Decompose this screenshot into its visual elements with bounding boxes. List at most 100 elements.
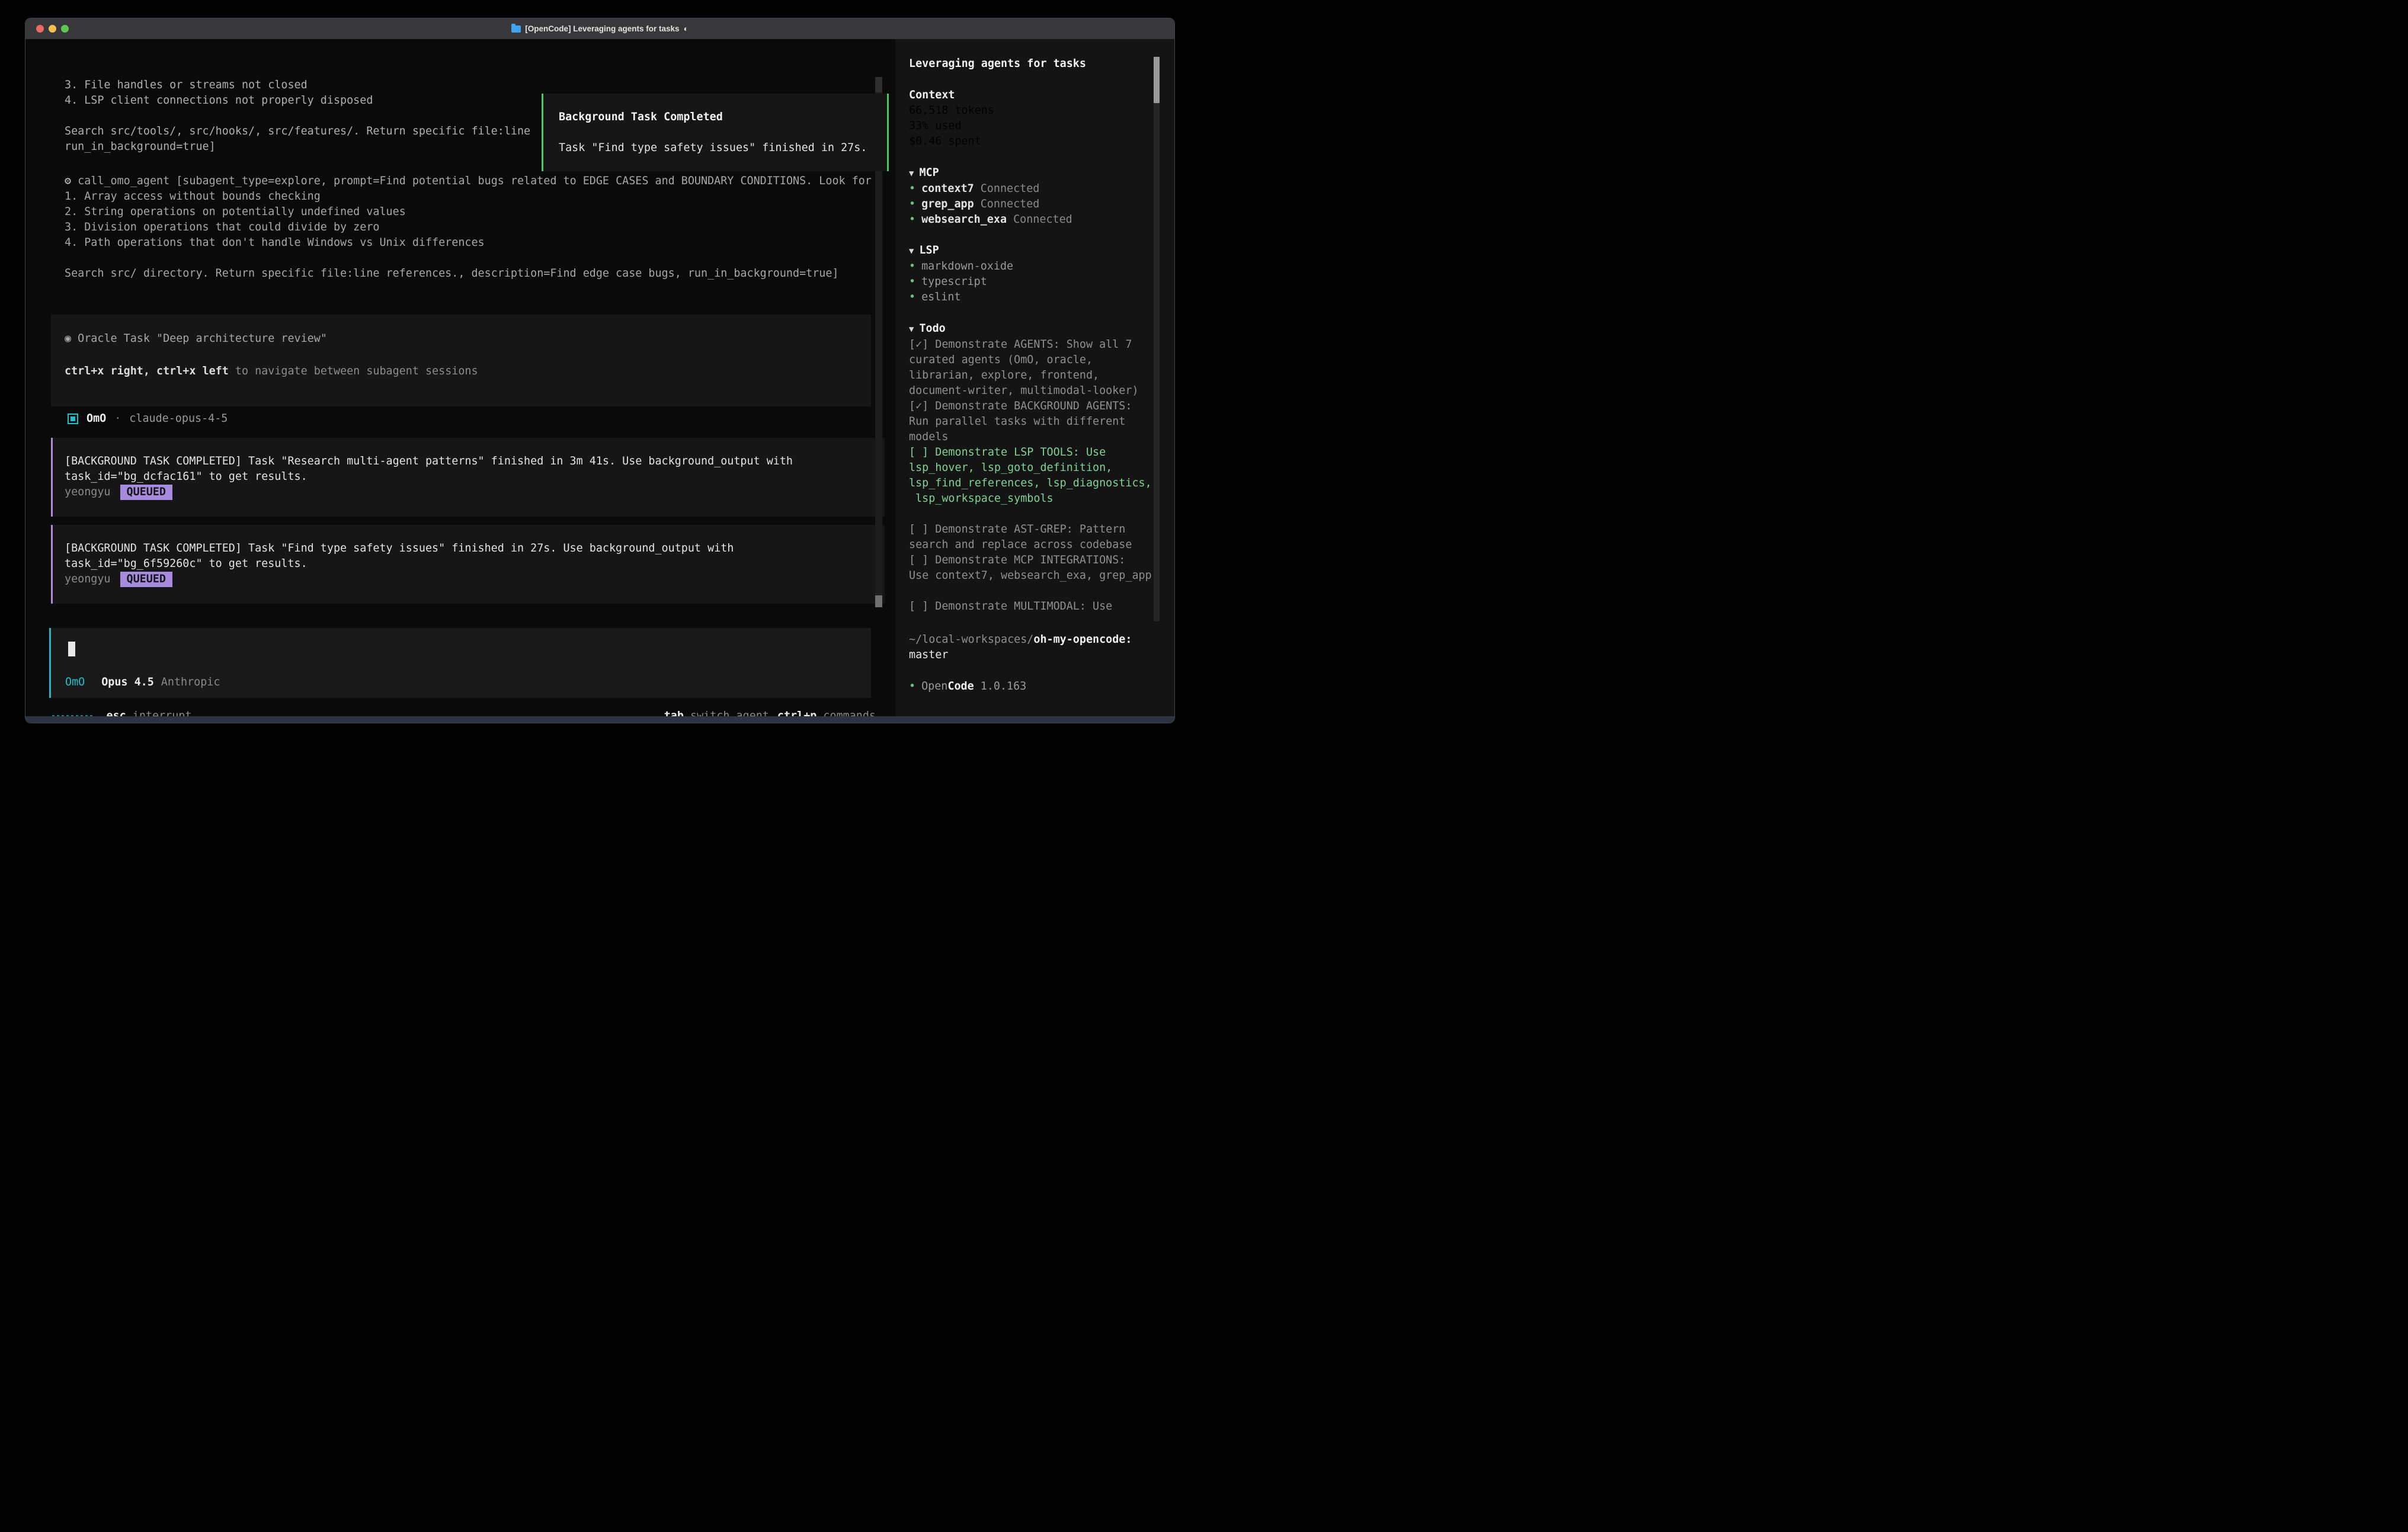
text-line: $0.46 spent xyxy=(909,134,1152,149)
agent-separator: · xyxy=(114,411,121,427)
prompt-input[interactable]: OmO Opus 4.5 Anthropic xyxy=(49,628,871,698)
text-line: Search src/tools/, src/hooks/, src/featu… xyxy=(65,124,530,139)
text-line: 33% used xyxy=(909,118,1152,134)
fisheye-icon: ◉ xyxy=(65,332,71,345)
context-heading: Context xyxy=(909,88,1152,103)
status-badge: QUEUED xyxy=(120,485,172,500)
todo-item: search and replace across codebase xyxy=(909,537,1152,553)
message-author: yeongyu xyxy=(65,485,111,500)
workspace-path: ~/local-workspaces/oh-my-opencode: maste… xyxy=(909,632,1152,663)
collapse-triangle-icon: ▼ xyxy=(909,325,914,334)
session-title: Leveraging agents for tasks xyxy=(909,56,1152,72)
input-footer: OmO Opus 4.5 Anthropic xyxy=(65,675,220,690)
todo-item: [ ] Demonstrate MULTIMODAL: Use xyxy=(909,599,1152,614)
input-agent-label: OmO xyxy=(65,675,85,690)
todo-item xyxy=(909,584,1152,599)
collapse-triangle-icon: ▼ xyxy=(909,246,914,256)
text-line: 2. String operations on potentially unde… xyxy=(65,204,872,220)
todo-heading[interactable]: ▼Todo xyxy=(909,321,1152,337)
todo-item: models xyxy=(909,430,1152,445)
mcp-heading[interactable]: ▼MCP xyxy=(909,165,1152,181)
lsp-section: ▼LSP •markdown-oxide •typescript •eslint xyxy=(909,243,1152,305)
agent-model: claude-opus-4-5 xyxy=(129,411,228,427)
workspace-dir-name: oh-my-opencode: xyxy=(1033,633,1132,646)
status-badge: QUEUED xyxy=(120,572,172,587)
text-cursor xyxy=(68,642,75,656)
gear-icon: ⚙ xyxy=(65,175,71,187)
todo-item: [ ] Demonstrate AST-GREP: Pattern xyxy=(909,522,1152,537)
todo-item: [✓] Demonstrate BACKGROUND AGENTS: xyxy=(909,399,1152,414)
message-line: task_id="bg_dcfac161" to get results. xyxy=(65,469,885,485)
tab-key-hint: tab xyxy=(664,710,684,716)
input-model-label: Opus 4.5 xyxy=(101,675,154,690)
chat-scrollbar-top-thumb[interactable] xyxy=(875,77,882,92)
toast-body: Task "Find type safety issues" finished … xyxy=(559,140,881,156)
tool-call-rest: 1. Array access without bounds checking2… xyxy=(65,189,872,281)
todo-lines: [✓] Demonstrate AGENTS: Show all 7curate… xyxy=(909,337,1152,614)
message-line: task_id="bg_6f59260c" to get results. xyxy=(65,556,885,572)
workspace-dir-prefix: ~/local-workspaces/ xyxy=(909,633,1033,646)
status-bar: esc interrupt tab switch agent ctrl+p co… xyxy=(52,709,876,716)
agent-name: OmO xyxy=(87,411,106,427)
oracle-task-title: ◉ Oracle Task "Deep architecture review" xyxy=(65,331,327,347)
agent-header: OmO · claude-opus-4-5 xyxy=(68,411,228,427)
text-line: 4. Path operations that don't handle Win… xyxy=(65,235,872,251)
window-title-text: [OpenCode] Leveraging agents for tasks xyxy=(525,21,679,37)
todo-item: [ ] Demonstrate LSP TOOLS: Use xyxy=(909,445,1152,460)
lsp-item: •typescript xyxy=(909,274,1152,290)
background-task-message[interactable]: [BACKGROUND TASK COMPLETED] Task "Find t… xyxy=(51,525,885,604)
text-line: Search src/ directory. Return specific f… xyxy=(65,266,872,281)
todo-item: librarian, explore, frontend, xyxy=(909,368,1152,383)
text-line xyxy=(65,108,530,124)
todo-item: document-writer, multimodal-looker) xyxy=(909,383,1152,399)
status-dot-icon: • xyxy=(909,275,915,288)
background-task-toast[interactable]: Background Task Completed Task "Find typ… xyxy=(542,94,889,171)
todo-item xyxy=(909,507,1152,522)
assistant-message-text: 3. File handles or streams not closed4. … xyxy=(65,78,530,155)
input-provider-label: Anthropic xyxy=(161,675,220,690)
window-bottom-bar xyxy=(25,716,1174,723)
sidebar-scrollbar-thumb[interactable] xyxy=(1154,57,1160,103)
text-line xyxy=(65,251,872,266)
title-progress-icon: ◐ xyxy=(684,21,689,37)
chat-scrollbar-thumb[interactable] xyxy=(875,595,882,607)
mcp-item: •websearch_exa Connected xyxy=(909,212,1152,227)
mcp-item: •grep_app Connected xyxy=(909,197,1152,212)
todo-item: lsp_find_references, lsp_diagnostics, xyxy=(909,476,1152,491)
folder-icon xyxy=(511,25,521,33)
background-task-message[interactable]: [BACKGROUND TASK COMPLETED] Task "Resear… xyxy=(51,438,885,517)
todo-item: [ ] Demonstrate MCP INTEGRATIONS: xyxy=(909,553,1152,568)
oracle-task-panel[interactable]: ◉ Oracle Task "Deep architecture review"… xyxy=(51,315,871,406)
text-line: 3. Division operations that could divide… xyxy=(65,220,872,235)
lsp-item: •eslint xyxy=(909,290,1152,305)
esc-key-label: interrupt xyxy=(133,710,192,716)
tab-key-label: switch agent xyxy=(690,710,769,716)
collapse-triangle-icon: ▼ xyxy=(909,169,914,178)
lsp-heading[interactable]: ▼LSP xyxy=(909,243,1152,259)
todo-item: lsp_hover, lsp_goto_definition, xyxy=(909,460,1152,476)
sidebar-scrollbar[interactable] xyxy=(1154,56,1160,621)
window-title: [OpenCode] Leveraging agents for tasks ◐ xyxy=(25,18,1174,39)
text-line: run_in_background=true] xyxy=(65,139,530,155)
screen: [OpenCode] Leveraging agents for tasks ◐… xyxy=(0,0,1204,766)
text-line: 4. LSP client connections not properly d… xyxy=(65,93,530,108)
message-line: [BACKGROUND TASK COMPLETED] Task "Resear… xyxy=(65,454,885,469)
app-version: •OpenCode 1.0.163 xyxy=(909,679,1152,694)
mcp-section: ▼MCP •context7 Connected •grep_app Conne… xyxy=(909,165,1152,227)
esc-key-hint: esc xyxy=(107,710,126,716)
lsp-item: •markdown-oxide xyxy=(909,259,1152,274)
status-dot-icon: • xyxy=(909,198,915,210)
status-dot-icon: • xyxy=(909,260,915,273)
ctrlp-key-label: commands xyxy=(823,710,876,716)
tool-call-first-line: ⚙ call_omo_agent [subagent_type=explore,… xyxy=(65,174,872,189)
todo-section: ▼Todo [✓] Demonstrate AGENTS: Show all 7… xyxy=(909,321,1152,614)
oracle-task-hint: ctrl+x right, ctrl+x left to navigate be… xyxy=(65,364,478,379)
status-dot-icon: • xyxy=(909,213,915,226)
window-titlebar[interactable]: [OpenCode] Leveraging agents for tasks ◐ xyxy=(25,18,1174,40)
session-sidebar: Leveraging agents for tasks Context 66,5… xyxy=(895,39,1174,716)
message-author: yeongyu xyxy=(65,572,111,587)
chat-main: 3. File handles or streams not closed4. … xyxy=(25,39,895,716)
status-dot-icon: • xyxy=(909,182,915,195)
todo-item: Use context7, websearch_exa, grep_app xyxy=(909,568,1152,584)
ctrlp-key-hint: ctrl+p xyxy=(777,710,816,716)
